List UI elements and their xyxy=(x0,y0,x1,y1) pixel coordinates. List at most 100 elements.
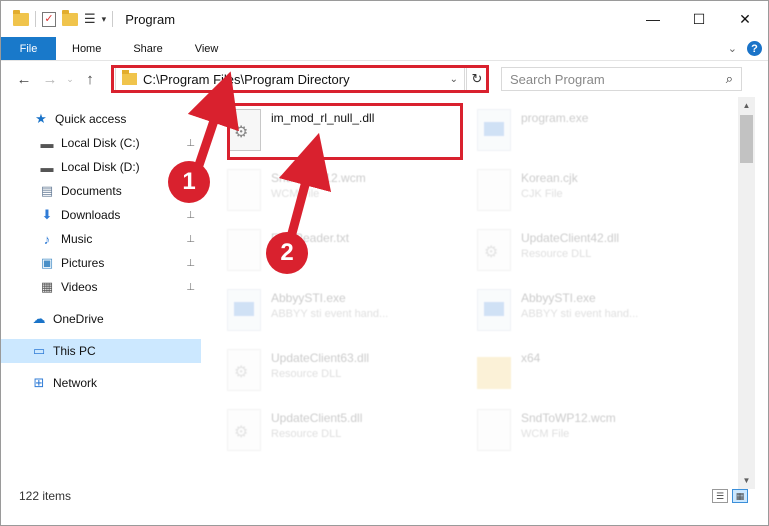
window-title: Program xyxy=(125,11,176,27)
large-icons-view-icon[interactable]: ▦ xyxy=(732,489,748,503)
file-type: Resource DLL xyxy=(271,428,342,440)
exe-file-icon xyxy=(477,109,511,151)
tab-view[interactable]: View xyxy=(179,37,235,60)
sidebar-item-label: Pictures xyxy=(61,256,105,270)
file-meta: im_mod_rl_null_.dll xyxy=(271,103,374,157)
sidebar-item-music[interactable]: ♪ Music ⊥ xyxy=(1,227,201,251)
title-bar: ✓ ☰ ▾ Program — ☐ ✕ xyxy=(1,1,768,37)
help-icon[interactable]: ? xyxy=(747,41,762,56)
window-controls: — ☐ ✕ xyxy=(630,1,768,37)
new-folder-icon[interactable] xyxy=(62,9,78,26)
search-input[interactable]: Search Program xyxy=(510,72,605,87)
drive-icon: ▬ xyxy=(40,159,54,175)
sidebar-item-label: Downloads xyxy=(61,208,121,222)
blank-file-icon xyxy=(227,229,261,271)
file-type: Resource DLL xyxy=(521,248,592,260)
file-item[interactable]: UpdateClient63.dll Resource DLL xyxy=(213,343,453,397)
file-item[interactable]: UpdateClient5.dll Resource DLL xyxy=(213,403,453,457)
tab-home[interactable]: Home xyxy=(56,37,117,60)
file-meta: AbbyySTI.exe ABBYY sti event hand... xyxy=(271,283,388,337)
file-meta: UpdateClient5.dll Resource DLL xyxy=(271,403,362,457)
address-bar[interactable]: C:\Program Files\Program Directory ⌄ xyxy=(115,67,465,91)
sidebar-item-onedrive[interactable]: ☁ OneDrive xyxy=(1,307,201,331)
search-icon[interactable]: ⌕ xyxy=(726,71,733,87)
sidebar-item-local-disk-c[interactable]: ▬ Local Disk (C:) ⊥ xyxy=(1,131,201,155)
sidebar-item-label: Local Disk (C:) xyxy=(61,136,140,150)
address-path[interactable]: C:\Program Files\Program Directory xyxy=(143,72,350,87)
file-type: ABBYY sti event hand... xyxy=(271,308,389,320)
address-history-chevron-icon[interactable]: ⌄ xyxy=(450,74,458,85)
sidebar-item-videos[interactable]: ▦ Videos ⊥ xyxy=(1,275,201,299)
quick-access-toolbar: ✓ ☰ ▾ xyxy=(1,9,114,27)
maximize-button[interactable]: ☐ xyxy=(676,1,722,37)
tab-share[interactable]: Share xyxy=(117,37,178,60)
properties-icon[interactable]: ☰ xyxy=(84,11,96,27)
minimize-button[interactable]: — xyxy=(630,1,676,37)
blank-file-icon xyxy=(227,169,261,211)
customize-chevron-down-icon[interactable]: ▾ xyxy=(102,14,107,25)
sidebar-item-label: This PC xyxy=(53,344,96,358)
pin-icon: ⊥ xyxy=(186,209,195,221)
close-button[interactable]: ✕ xyxy=(722,1,768,37)
drive-icon: ▬ xyxy=(40,135,54,151)
step-2-badge: 2 xyxy=(266,232,308,274)
file-name: program.exe xyxy=(521,111,589,125)
navigation-pane: ★ Quick access ▬ Local Disk (C:) ⊥ ▬ Local Dis… xyxy=(1,101,201,481)
vertical-scrollbar[interactable]: ▲ ▼ xyxy=(738,97,755,489)
file-item[interactable]: Korean.cjk CJK File xyxy=(463,163,703,217)
file-item[interactable]: AbbyySTI.exe ABBYY sti event hand... xyxy=(463,283,703,337)
sidebar-item-this-pc[interactable]: ▭ This PC xyxy=(1,339,201,363)
folder-icon xyxy=(13,9,29,26)
file-item[interactable]: x64 xyxy=(463,343,703,397)
file-item[interactable]: SndToWP12.wcm WCM File xyxy=(463,403,703,457)
dll-file-icon xyxy=(227,109,261,151)
sidebar-item-network[interactable]: ⊞ Network xyxy=(1,371,201,395)
search-box[interactable]: Search Program ⌕ xyxy=(501,67,742,91)
file-name: UpdateClient42.dll xyxy=(521,231,620,245)
tab-file[interactable]: File xyxy=(1,37,56,60)
file-item[interactable]: UpdateClient42.dll Resource DLL xyxy=(463,223,703,277)
pin-icon: ⊥ xyxy=(186,257,195,269)
sidebar-item-downloads[interactable]: ⬇ Downloads ⊥ xyxy=(1,203,201,227)
back-button[interactable]: ← xyxy=(11,71,37,88)
recent-locations-chevron-icon[interactable]: ⌄ xyxy=(63,74,77,85)
forward-button[interactable]: → xyxy=(37,71,63,88)
file-item[interactable]: FineReader.txt xyxy=(213,223,453,277)
file-meta: AbbyySTI.exe ABBYY sti event hand... xyxy=(521,283,638,337)
file-item[interactable]: program.exe xyxy=(463,103,703,157)
videos-icon: ▦ xyxy=(40,279,54,294)
file-type: ABBYY sti event hand... xyxy=(521,308,639,320)
sidebar-item-label: Music xyxy=(61,232,93,246)
refresh-button[interactable]: ↻ xyxy=(466,67,488,91)
computer-icon: ▭ xyxy=(32,343,46,358)
pin-icon: ⊥ xyxy=(186,233,195,245)
file-meta: SndToWP12.wcm WCM File xyxy=(271,163,366,217)
file-name: AbbyySTI.exe xyxy=(271,291,346,305)
file-type: WCM File xyxy=(521,428,570,440)
scroll-thumb[interactable] xyxy=(740,115,753,163)
file-name: SndToWP12.wcm xyxy=(271,171,366,185)
expand-ribbon-chevron-icon[interactable]: ⌄ xyxy=(728,42,737,55)
sidebar-item-quick-access[interactable]: ★ Quick access xyxy=(1,107,201,131)
details-view-icon[interactable]: ☰ xyxy=(712,489,728,503)
file-item[interactable]: SndToWP12.wcm WCM File xyxy=(213,163,453,217)
file-type: WCM File xyxy=(271,188,320,200)
exe-file-icon xyxy=(477,289,511,331)
music-icon: ♪ xyxy=(43,231,51,247)
ribbon-tabs: File Home Share View ⌄ ? xyxy=(1,37,768,61)
pin-icon: ⊥ xyxy=(186,281,195,293)
sidebar-item-label: Local Disk (D:) xyxy=(61,160,140,174)
folder-icon xyxy=(122,70,137,85)
file-meta: Korean.cjk CJK File xyxy=(521,163,578,217)
properties-check-icon[interactable]: ✓ xyxy=(42,11,56,27)
sidebar-item-pictures[interactable]: ▣ Pictures ⊥ xyxy=(1,251,201,275)
up-button[interactable]: ↑ xyxy=(77,71,103,88)
file-type: Resource DLL xyxy=(271,368,342,380)
folder-file-icon xyxy=(477,357,511,389)
file-item[interactable]: AbbyySTI.exe ABBYY sti event hand... xyxy=(213,283,453,337)
item-count: 122 items xyxy=(19,489,72,503)
file-item[interactable]: im_mod_rl_null_.dll xyxy=(213,103,453,157)
scroll-up-icon[interactable]: ▲ xyxy=(738,97,755,114)
star-icon: ★ xyxy=(35,111,47,126)
navigation-bar: ← → ⌄ ↑ C:\Program Files\Program Directo… xyxy=(1,63,768,95)
